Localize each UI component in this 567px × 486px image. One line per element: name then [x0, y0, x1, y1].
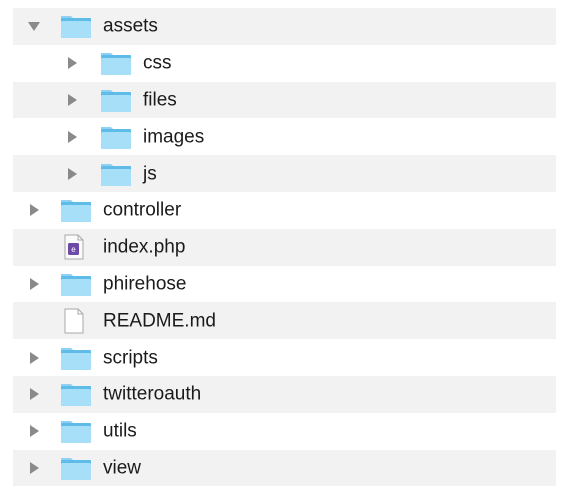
- folder-icon: [100, 161, 132, 187]
- tree-row-view[interactable]: view: [0, 449, 567, 486]
- disclosure-collapsed-icon[interactable]: [66, 57, 78, 70]
- tree-row-phirehose[interactable]: phirehose: [0, 266, 567, 303]
- tree-item-label: view: [103, 457, 142, 479]
- disclosure-collapsed-icon[interactable]: [28, 277, 40, 290]
- tree-item-label: assets: [103, 15, 158, 37]
- tree-item-label: controller: [103, 199, 182, 221]
- folder-icon: [100, 50, 132, 76]
- folder-icon: [100, 87, 132, 113]
- disclosure-collapsed-icon[interactable]: [28, 425, 40, 438]
- tree-item-label: scripts: [103, 347, 158, 369]
- tree-row-assets[interactable]: assets: [0, 8, 567, 45]
- folder-icon: [100, 124, 132, 150]
- disclosure-expanded-icon[interactable]: [28, 20, 40, 32]
- folder-icon: [60, 197, 92, 223]
- tree-row-twitteroauth[interactable]: twitteroauth: [0, 375, 567, 413]
- disclosure-collapsed-icon[interactable]: [28, 351, 40, 364]
- tree-item-label: index.php: [103, 236, 186, 258]
- folder-icon: [60, 418, 92, 444]
- disclosure-collapsed-icon[interactable]: [28, 388, 40, 401]
- disclosure-collapsed-icon[interactable]: [66, 167, 78, 180]
- folder-icon: [60, 381, 92, 407]
- file-tree: assets css files images js controller e …: [0, 0, 567, 486]
- tree-item-label: js: [143, 163, 157, 185]
- disclosure-collapsed-icon[interactable]: [28, 461, 40, 474]
- tree-row-readme[interactable]: README.md: [0, 302, 567, 339]
- disclosure-collapsed-icon[interactable]: [66, 93, 78, 106]
- disclosure-collapsed-icon[interactable]: [66, 130, 78, 143]
- svg-text:e: e: [71, 245, 76, 254]
- tree-item-label: files: [143, 89, 177, 111]
- tree-row-js[interactable]: js: [0, 155, 567, 192]
- folder-icon: [60, 13, 92, 39]
- tree-row-images[interactable]: images: [0, 118, 567, 155]
- text-file-icon: [62, 308, 94, 334]
- tree-row-utils[interactable]: utils: [0, 413, 567, 450]
- tree-item-label: twitteroauth: [103, 383, 202, 405]
- tree-item-label: utils: [103, 420, 137, 442]
- tree-row-controller[interactable]: controller: [0, 192, 567, 229]
- tree-item-label: phirehose: [103, 273, 187, 295]
- tree-row-scripts[interactable]: scripts: [0, 339, 567, 376]
- tree-row-files[interactable]: files: [0, 81, 567, 119]
- folder-icon: [60, 271, 92, 297]
- tree-row-index-php[interactable]: e index.php: [0, 228, 567, 266]
- tree-item-label: README.md: [103, 310, 216, 332]
- disclosure-collapsed-icon[interactable]: [28, 204, 40, 217]
- tree-item-label: css: [143, 52, 172, 74]
- folder-icon: [60, 455, 92, 481]
- tree-item-label: images: [143, 126, 205, 148]
- tree-row-css[interactable]: css: [0, 45, 567, 82]
- folder-icon: [60, 345, 92, 371]
- php-file-icon: e: [62, 234, 94, 260]
